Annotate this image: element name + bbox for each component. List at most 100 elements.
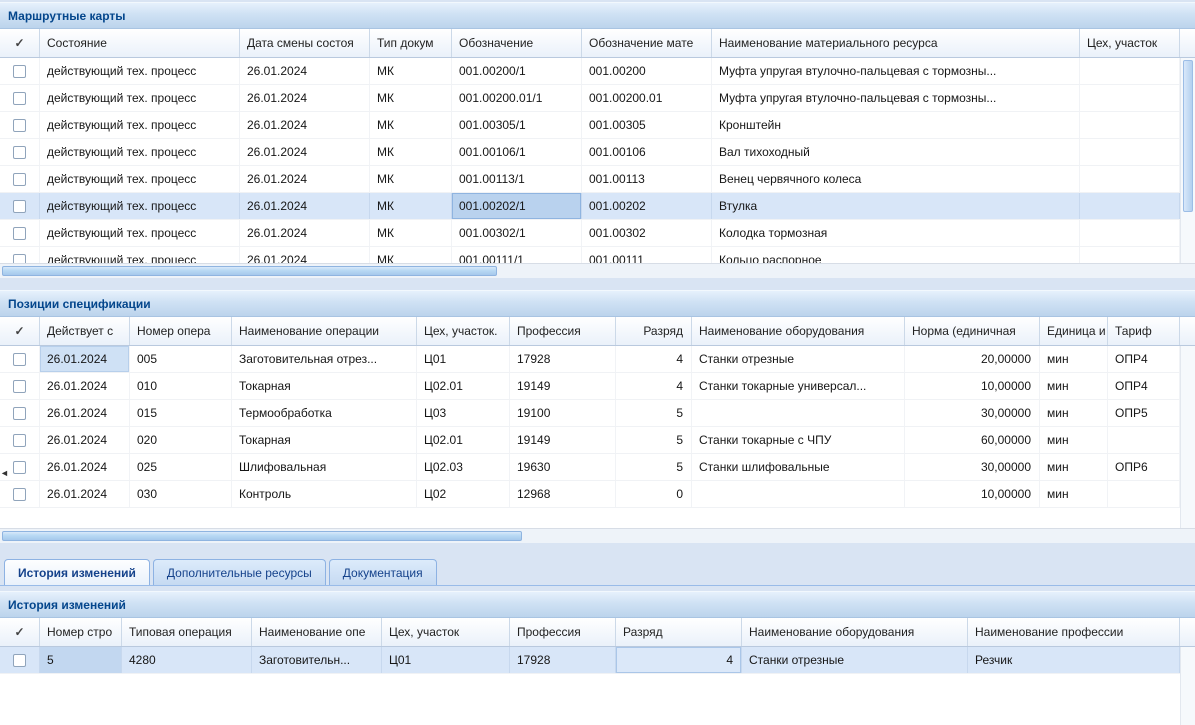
- cell[interactable]: Заготовительная отрез...: [232, 346, 417, 372]
- cell[interactable]: 001.00106: [582, 139, 712, 165]
- cell[interactable]: 001.00200.01: [582, 85, 712, 111]
- cell-selected[interactable]: 001.00202/1: [452, 193, 582, 219]
- cell[interactable]: 4280: [122, 647, 252, 673]
- checkbox[interactable]: [13, 380, 26, 393]
- cell[interactable]: 19630: [510, 454, 616, 480]
- vertical-scrollbar[interactable]: [1180, 58, 1195, 263]
- cell[interactable]: Ц03: [417, 400, 510, 426]
- row-select-cell[interactable]: [0, 346, 40, 372]
- cell[interactable]: 26.01.2024: [240, 58, 370, 84]
- cell[interactable]: 26.01.2024: [240, 166, 370, 192]
- checkbox[interactable]: [13, 146, 26, 159]
- cell[interactable]: 0: [616, 481, 692, 507]
- cell[interactable]: Термообработка: [232, 400, 417, 426]
- col-header-material-name[interactable]: Наименование материального ресурса: [712, 29, 1080, 57]
- cell[interactable]: [692, 400, 905, 426]
- cell-selected[interactable]: 5: [40, 647, 122, 673]
- cell[interactable]: 001.00113/1: [452, 166, 582, 192]
- cell[interactable]: [692, 481, 905, 507]
- cell[interactable]: Ц02.03: [417, 454, 510, 480]
- row-select-cell[interactable]: [0, 400, 40, 426]
- col-header-operation-name[interactable]: Наименование операции: [232, 317, 417, 345]
- cell[interactable]: Станки шлифовальные: [692, 454, 905, 480]
- cell[interactable]: 001.00111/1: [452, 247, 582, 263]
- scrollbar-thumb[interactable]: [1183, 60, 1193, 212]
- cell[interactable]: 17928: [510, 647, 616, 673]
- cell[interactable]: мин: [1040, 346, 1108, 372]
- cell[interactable]: 26.01.2024: [240, 220, 370, 246]
- row-select-cell[interactable]: [0, 193, 40, 219]
- cell[interactable]: Станки отрезные: [692, 346, 905, 372]
- checkbox[interactable]: [13, 65, 26, 78]
- cell[interactable]: 030: [130, 481, 232, 507]
- cell[interactable]: Ц02.01: [417, 373, 510, 399]
- col-header-operation-number[interactable]: Номер опера: [130, 317, 232, 345]
- tab-history[interactable]: История изменений: [4, 559, 150, 585]
- col-header-shop[interactable]: Цех, участок: [382, 618, 510, 646]
- col-header-line-number[interactable]: Номер стро: [40, 618, 122, 646]
- cell[interactable]: [1080, 220, 1180, 246]
- cell[interactable]: 001.00113: [582, 166, 712, 192]
- cell[interactable]: [1080, 58, 1180, 84]
- col-header-shop[interactable]: Цех, участок: [1080, 29, 1180, 57]
- col-header-equipment-name[interactable]: Наименование оборудования: [742, 618, 968, 646]
- cell[interactable]: 19149: [510, 373, 616, 399]
- cell[interactable]: Станки токарные с ЧПУ: [692, 427, 905, 453]
- cell[interactable]: 10,00000: [905, 481, 1040, 507]
- cell[interactable]: 5: [616, 454, 692, 480]
- cell[interactable]: 30,00000: [905, 454, 1040, 480]
- cell[interactable]: МК: [370, 193, 452, 219]
- select-all-header[interactable]: ✓: [0, 317, 40, 345]
- cell[interactable]: Резчик: [968, 647, 1180, 673]
- col-header-operation-name[interactable]: Наименование опе: [252, 618, 382, 646]
- cell[interactable]: действующий тех. процесс: [40, 112, 240, 138]
- cell[interactable]: действующий тех. процесс: [40, 166, 240, 192]
- cell[interactable]: Втулка: [712, 193, 1080, 219]
- horizontal-scrollbar[interactable]: [0, 263, 1195, 278]
- checkbox[interactable]: [13, 254, 26, 264]
- row-select-cell[interactable]: [0, 220, 40, 246]
- cell[interactable]: 001.00111: [582, 247, 712, 263]
- cell[interactable]: Токарная: [232, 373, 417, 399]
- cell[interactable]: мин: [1040, 400, 1108, 426]
- cell[interactable]: Ц02: [417, 481, 510, 507]
- cell[interactable]: Ц02.01: [417, 427, 510, 453]
- col-header-material-designation[interactable]: Обозначение мате: [582, 29, 712, 57]
- cell[interactable]: МК: [370, 139, 452, 165]
- tab-additional-resources[interactable]: Дополнительные ресурсы: [153, 559, 326, 585]
- cell[interactable]: 20,00000: [905, 346, 1040, 372]
- cell[interactable]: 001.00200/1: [452, 58, 582, 84]
- cell[interactable]: 26.01.2024: [40, 481, 130, 507]
- cell[interactable]: 26.01.2024: [40, 427, 130, 453]
- cell[interactable]: 025: [130, 454, 232, 480]
- cell[interactable]: [1080, 247, 1180, 263]
- cell[interactable]: Станки отрезные: [742, 647, 968, 673]
- cell[interactable]: Муфта упругая втулочно-пальцевая с тормо…: [712, 85, 1080, 111]
- cell[interactable]: 30,00000: [905, 400, 1040, 426]
- checkbox[interactable]: [13, 434, 26, 447]
- col-header-profession-name[interactable]: Наименование профессии: [968, 618, 1180, 646]
- cell[interactable]: Ц01: [382, 647, 510, 673]
- cell[interactable]: 015: [130, 400, 232, 426]
- cell[interactable]: Токарная: [232, 427, 417, 453]
- cell[interactable]: действующий тех. процесс: [40, 85, 240, 111]
- checkbox[interactable]: [13, 461, 26, 474]
- cell[interactable]: [1108, 481, 1180, 507]
- cell[interactable]: [1080, 112, 1180, 138]
- cell-selected[interactable]: 26.01.2024: [40, 346, 130, 372]
- cell[interactable]: 4: [616, 373, 692, 399]
- cell[interactable]: мин: [1040, 454, 1108, 480]
- cell[interactable]: [1108, 427, 1180, 453]
- cell[interactable]: 001.00305: [582, 112, 712, 138]
- cell[interactable]: Венец червячного колеса: [712, 166, 1080, 192]
- cell[interactable]: 4: [616, 346, 692, 372]
- checkbox[interactable]: [13, 227, 26, 240]
- select-all-header[interactable]: ✓: [0, 618, 40, 646]
- col-header-unit[interactable]: Единица и: [1040, 317, 1108, 345]
- cell[interactable]: действующий тех. процесс: [40, 193, 240, 219]
- cell[interactable]: ОПР6: [1108, 454, 1180, 480]
- cell[interactable]: 5: [616, 427, 692, 453]
- col-header-designation[interactable]: Обозначение: [452, 29, 582, 57]
- cell[interactable]: ОПР4: [1108, 346, 1180, 372]
- panel-splitter[interactable]: [0, 278, 1195, 290]
